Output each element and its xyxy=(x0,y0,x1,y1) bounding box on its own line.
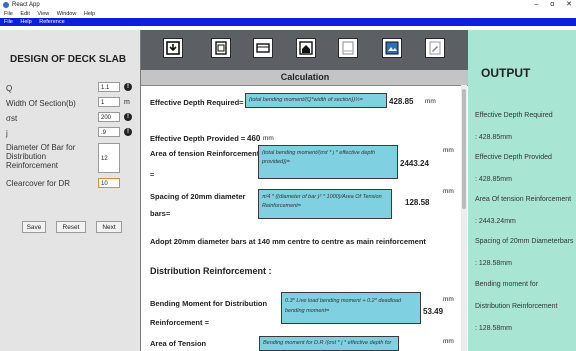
area-tension-formula: Bending moment for D.R /(σst * j * effec… xyxy=(259,336,399,351)
scrollbar[interactable] xyxy=(461,85,467,351)
output-spacing-value: : 128.58mm xyxy=(475,260,512,267)
info-icon[interactable]: ! xyxy=(124,128,132,136)
document-icon[interactable] xyxy=(211,38,231,58)
eff-depth-required-unit: mm xyxy=(425,98,436,105)
next-button[interactable]: Next xyxy=(96,221,122,233)
output-eff-prov-label: Effective Depth Provided xyxy=(475,154,552,161)
ast-value: 2443.24 xyxy=(400,159,429,168)
menu2-file[interactable]: File xyxy=(4,19,13,25)
field-label-q: Q xyxy=(6,84,13,93)
menu-file[interactable]: File xyxy=(4,11,13,17)
width-unit: m xyxy=(124,99,130,106)
bm-dist-value: 53.49 xyxy=(423,307,444,316)
field-label-width: Width Of Section(b) xyxy=(6,99,76,108)
menu-window[interactable]: Window xyxy=(57,11,77,17)
sigma-st-input[interactable]: 200 xyxy=(98,112,120,122)
output-title: OUTPUT xyxy=(481,66,531,80)
output-bm-value: : 128.58mm xyxy=(475,325,512,332)
j-input[interactable]: .9 xyxy=(98,127,120,137)
output-ast-label: Area Of tension Reinforcement xyxy=(475,196,572,203)
spacing-label-eq: bars= xyxy=(150,209,171,218)
window-icon[interactable] xyxy=(253,38,273,58)
width-input[interactable]: 1 xyxy=(98,97,120,107)
spacing-label: Spacing of 20mm diameter xyxy=(150,192,246,201)
eff-depth-provided-unit: mm xyxy=(263,135,274,142)
spacing-formula: π/4 * ((diameter of bar )² * 1000)/Area … xyxy=(258,189,392,219)
image-icon[interactable] xyxy=(382,38,402,58)
window-controls: – ɑ ✕ xyxy=(524,0,572,10)
ast-label: Area of tension Reinforcement xyxy=(150,149,260,158)
reset-button[interactable]: Reset xyxy=(56,221,86,233)
ast-unit: mm xyxy=(443,147,454,154)
eff-depth-required-formula: (total bending moment/(Q*width of sectio… xyxy=(245,93,387,108)
diameter-input[interactable]: 12 xyxy=(98,143,120,173)
field-label-diameter: Diameter Of Bar for Distribution Reinfor… xyxy=(6,143,75,170)
spacing-value: 128.58 xyxy=(405,198,430,207)
spacing-unit: mm xyxy=(443,188,454,195)
output-bm-label2: Distribution Reinforcement xyxy=(475,303,558,310)
diameter-label-line3: Reinforcement xyxy=(6,161,59,170)
bm-dist-formula: 0.3* Live load bending moment + 0.2* dea… xyxy=(281,292,421,324)
eff-depth-required-label: Effective Depth Required= xyxy=(150,98,244,107)
field-label-j: j xyxy=(6,129,8,138)
app-menu-bar: File Edit View Window Help xyxy=(0,10,576,18)
field-label-clearcover: Clearcover for DR xyxy=(6,179,71,188)
minimize-button[interactable]: – xyxy=(534,1,538,8)
output-ast-value: : 2443.24mm xyxy=(475,218,516,225)
calculation-header: Calculation xyxy=(141,70,469,86)
info-icon[interactable]: ! xyxy=(124,113,132,121)
title-bar: React App – ɑ ✕ xyxy=(0,0,576,10)
diameter-label-line2: Distribution xyxy=(6,152,47,161)
adopt-text: Adopt 20mm diameter bars at 140 mm centr… xyxy=(150,237,426,246)
blank-page-icon[interactable] xyxy=(338,38,358,58)
output-eff-req-value: : 428.85mm xyxy=(475,134,512,141)
eff-depth-required-value: 428.85 xyxy=(389,97,414,106)
maximize-button[interactable]: ɑ xyxy=(550,1,554,8)
output-panel: OUTPUT Effective Depth Required : 428.85… xyxy=(468,30,576,351)
output-bm-label: Bending moment for xyxy=(475,281,539,288)
distribution-heading: Distribution Reinforcement : xyxy=(150,266,272,276)
bm-dist-label: Bending Moment for Distribution xyxy=(150,299,268,308)
eff-depth-provided-value: 460 xyxy=(247,134,261,143)
edit-icon[interactable] xyxy=(425,38,445,58)
menu2-reference[interactable]: Reference xyxy=(39,19,64,25)
input-panel: DESIGN OF DECK SLAB Q 1.1 ! Width Of Sec… xyxy=(0,30,140,351)
toolbar xyxy=(141,30,469,70)
menu-help[interactable]: Help xyxy=(84,11,95,17)
q-input[interactable]: 1.1 xyxy=(98,82,120,92)
area-tension-label: Area of Tension xyxy=(150,339,207,348)
menu2-help[interactable]: Help xyxy=(20,19,31,25)
ast-label-eq: = xyxy=(150,170,155,179)
window-title: React App xyxy=(12,2,40,8)
eff-depth-provided-label: Effective Depth Provided = xyxy=(150,134,246,143)
field-label-sigma-st: σst xyxy=(6,114,18,123)
panel-title: DESIGN OF DECK SLAB xyxy=(10,54,127,65)
clearcover-input[interactable]: 10 xyxy=(98,178,120,188)
ast-formula: (total bending moment/(σst * j * effecti… xyxy=(258,145,398,179)
info-icon[interactable]: ! xyxy=(124,83,132,91)
save-button[interactable]: Save xyxy=(22,221,46,233)
calculation-panel: Calculation Effective Depth Required= (t… xyxy=(140,30,469,351)
secondary-menu-bar: File Help Reference xyxy=(0,18,576,26)
scrollbar-thumb[interactable] xyxy=(462,89,466,209)
area-tension-unit: mm xyxy=(443,338,454,345)
app-icon xyxy=(3,2,9,8)
output-spacing-label: Spacing of 20mm Diameterbars xyxy=(475,238,574,245)
download-icon[interactable] xyxy=(163,38,183,58)
diameter-label-line1: Diameter Of Bar for xyxy=(6,143,76,152)
bm-dist-unit: mm xyxy=(443,296,454,303)
menu-view[interactable]: View xyxy=(37,11,49,17)
output-eff-prov-value: : 428.85mm xyxy=(475,176,512,183)
home-icon[interactable] xyxy=(296,38,316,58)
bm-dist-label-eq: Reinforcement = xyxy=(150,318,209,327)
menu-edit[interactable]: Edit xyxy=(20,11,29,17)
output-eff-req-label: Effective Depth Required xyxy=(475,112,553,119)
close-button[interactable]: ✕ xyxy=(566,1,572,8)
